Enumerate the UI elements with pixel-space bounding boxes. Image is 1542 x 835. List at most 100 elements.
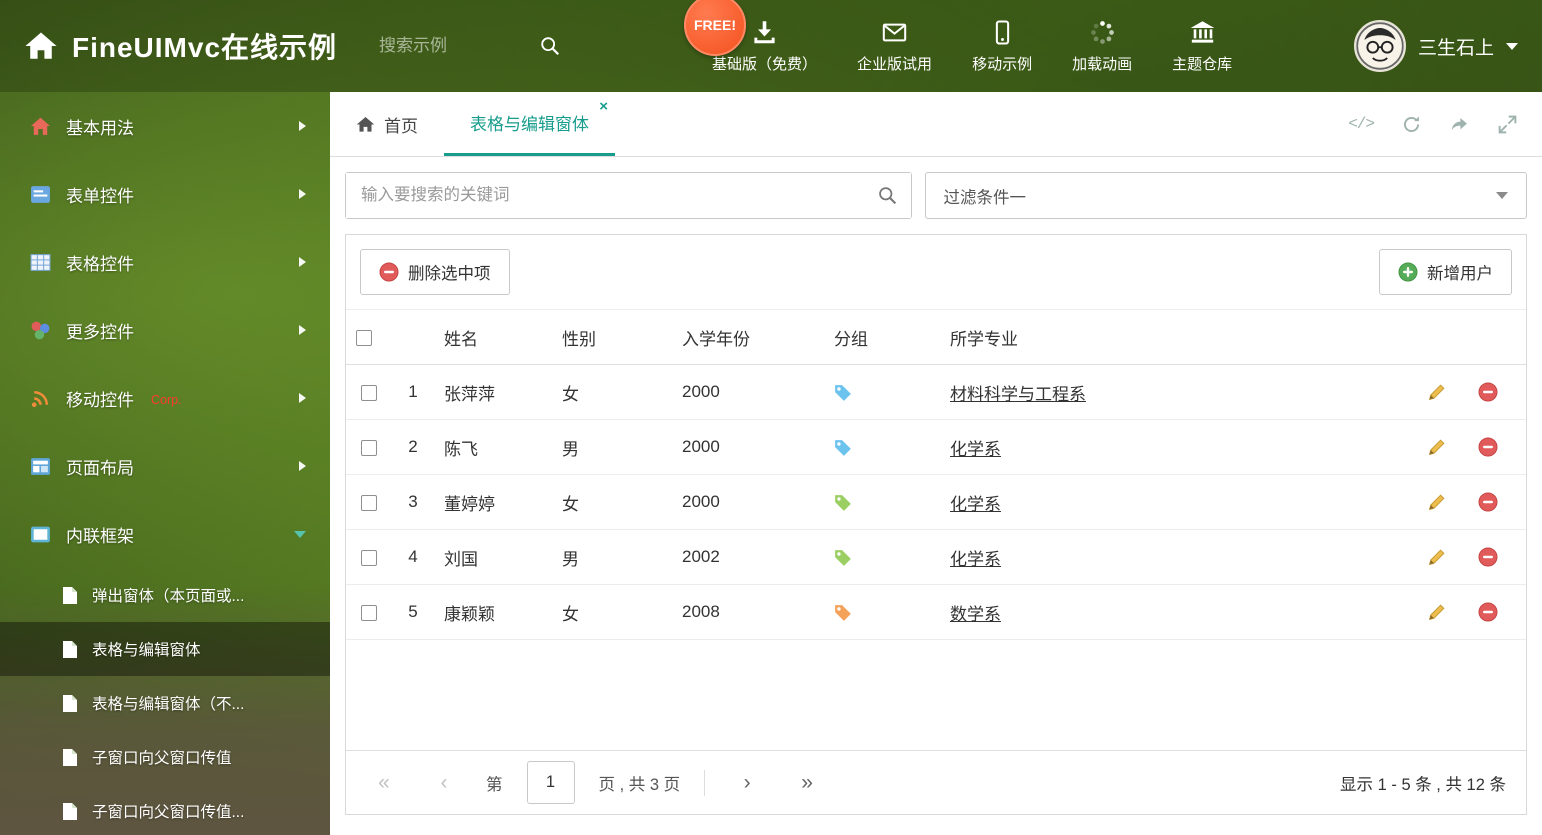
sidebar-subitem-label: 子窗口向父窗口传值 [92,750,232,767]
sidebar-subitem-label: 表格与编辑窗体 [92,642,201,659]
major-link[interactable]: 数学系 [950,605,1001,624]
tab-label: 首页 [384,116,418,136]
nav-label: 移动示例 [972,55,1033,73]
sidebar-subitem-table-edit-window-alt[interactable]: 表格与编辑窗体（不... [0,676,330,730]
sidebar-subitem-popup-window[interactable]: 弹出窗体（本页面或... [0,568,330,622]
major-link[interactable]: 化学系 [950,495,1001,514]
sidebar-item-more-controls[interactable]: 更多控件 [0,296,330,364]
user-menu[interactable]: 三生石上 [1353,20,1518,72]
column-header-num [392,309,434,365]
delete-icon[interactable] [1478,437,1498,457]
home-icon[interactable] [24,29,58,63]
cell-year: 2000 [672,419,824,475]
mobile-icon [989,19,1016,46]
refresh-icon[interactable] [1401,114,1422,135]
sidebar-subitem-child-to-parent-alt[interactable]: 子窗口向父窗口传值... [0,784,330,835]
search-icon[interactable] [877,185,898,206]
form-icon [30,184,51,205]
filter-select[interactable]: 过滤条件一 [924,172,1527,219]
prev-page-button[interactable]: ‹ [426,771,462,795]
delete-icon[interactable] [1478,382,1498,402]
next-page-button[interactable]: › [729,771,765,795]
filter-row: 过滤条件一 [345,172,1527,219]
file-icon [62,802,79,821]
file-icon [62,586,79,605]
table-row: 4 刘国 男 2002 化学系 [346,529,1526,585]
chevron-down-icon [1506,42,1518,50]
tag-icon [834,549,852,567]
nav-label: 企业版试用 [857,55,933,73]
last-page-button[interactable]: » [789,771,825,795]
major-link[interactable]: 化学系 [950,550,1001,569]
sidebar-subitem-child-to-parent[interactable]: 子窗口向父窗口传值 [0,730,330,784]
delete-icon[interactable] [1478,492,1498,512]
header-nav: 基础版（免费） 企业版试用 移动示例 加载动画 主题仓库 [712,19,1232,74]
pagination-divider [704,769,706,796]
table-header-row: 姓名 性别 入学年份 分组 所学专业 [346,309,1526,365]
header-search-input[interactable] [379,36,540,56]
cell-gender: 女 [552,584,672,640]
code-icon[interactable]: </> [1348,115,1375,133]
bank-icon [1189,19,1216,46]
edit-icon[interactable] [1427,492,1447,512]
tab-table-edit-window[interactable]: 表格与编辑窗体 × [444,92,615,156]
sidebar-item-mobile-controls[interactable]: 移动控件 Corp. [0,364,330,432]
row-checkbox[interactable] [361,549,377,566]
sidebar-subitem-table-edit-window[interactable]: 表格与编辑窗体 [0,622,330,676]
nav-loading-animation[interactable]: 加载动画 [1072,19,1132,74]
sidebar-item-form-controls[interactable]: 表单控件 [0,160,330,228]
nav-enterprise-trial[interactable]: 企业版试用 [857,19,932,74]
row-number: 2 [392,419,434,475]
major-link[interactable]: 材料科学与工程系 [950,385,1086,404]
delete-selected-button[interactable]: 删除选中项 [360,249,510,295]
edit-icon[interactable] [1427,382,1447,402]
edit-icon[interactable] [1427,547,1447,567]
delete-icon[interactable] [1478,547,1498,567]
column-header-major: 所学专业 [940,309,1414,365]
first-page-button[interactable]: « [366,771,402,795]
close-icon[interactable]: × [599,99,608,114]
sidebar-item-label: 更多控件 [66,322,134,342]
envelope-icon [881,19,908,46]
delete-selected-label: 删除选中项 [408,265,491,283]
expand-icon[interactable] [1497,114,1518,135]
user-name: 三生石上 [1417,37,1494,59]
column-header-gender: 性别 [552,309,672,365]
row-checkbox[interactable] [361,384,377,401]
row-checkbox[interactable] [361,494,377,511]
pages-total-label: 页 , 共 3 页 [598,775,681,794]
row-number: 1 [392,364,434,420]
edit-icon[interactable] [1427,602,1447,622]
add-user-button[interactable]: 新增用户 [1379,249,1512,295]
row-checkbox[interactable] [361,439,377,456]
chevron-right-icon [299,325,306,335]
tab-home[interactable]: 首页 [330,92,444,156]
major-link[interactable]: 化学系 [950,440,1001,459]
sidebar-item-page-layout[interactable]: 页面布局 [0,432,330,500]
sidebar-item-table-controls[interactable]: 表格控件 [0,228,330,296]
sidebar-item-label: 内联框架 [66,526,134,546]
tag-icon [834,604,852,622]
row-checkbox[interactable] [361,604,377,621]
select-all-checkbox[interactable] [356,329,372,346]
keyword-search-input[interactable] [346,173,911,218]
page-input[interactable] [526,761,575,804]
delete-icon[interactable] [1478,602,1498,622]
file-icon [62,694,79,713]
edit-icon[interactable] [1427,437,1447,457]
table-row: 5 康颖颖 女 2008 数学系 [346,584,1526,640]
sidebar-item-inline-frame[interactable]: 内联框架 [0,500,330,568]
cell-year: 2002 [672,529,824,585]
share-icon[interactable] [1449,114,1470,135]
tag-icon [834,439,852,457]
row-number: 5 [392,584,434,640]
chevron-down-icon [1496,192,1508,199]
search-icon[interactable] [539,35,561,57]
nav-mobile-demo[interactable]: 移动示例 [972,19,1032,74]
table-icon [30,252,51,273]
sidebar-item-basic-usage[interactable]: 基本用法 [0,92,330,160]
cell-name: 陈飞 [434,419,552,475]
nav-theme-store[interactable]: 主题仓库 [1172,19,1232,74]
cell-gender: 男 [552,419,672,475]
cell-name: 康颖颖 [434,584,552,640]
